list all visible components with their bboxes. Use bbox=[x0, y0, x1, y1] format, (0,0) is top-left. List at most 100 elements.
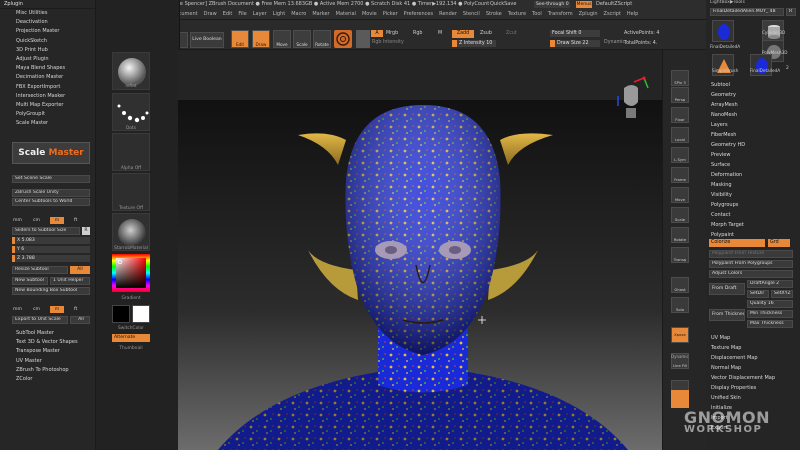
secondary-color-swatch[interactable] bbox=[132, 305, 150, 323]
mrgb-button[interactable]: Mrgb bbox=[386, 31, 398, 36]
seethrough-slider[interactable]: See-through 0 bbox=[534, 1, 570, 8]
z-size-slider[interactable]: Z 3.788 bbox=[12, 255, 90, 262]
polypaint-from-texture-button[interactable]: Polypaint From Texture bbox=[709, 250, 793, 258]
tool-subpalette-item[interactable]: Polypaint bbox=[711, 232, 734, 238]
plugin-item[interactable]: FBX ExportImport bbox=[0, 83, 95, 92]
material-swatch[interactable] bbox=[334, 30, 352, 48]
shelf-orange-button[interactable] bbox=[671, 390, 689, 408]
sliders-r-toggle[interactable]: R bbox=[82, 227, 90, 235]
tool-subpalette-item[interactable]: Polygroups bbox=[711, 202, 738, 208]
tool-subpalette-item[interactable]: Unified Skin bbox=[711, 395, 741, 401]
shelf-button[interactable]: L.Sym bbox=[671, 147, 689, 163]
menu-draw[interactable]: Draw bbox=[204, 11, 217, 17]
tool-subpalette-item[interactable]: Geometry HD bbox=[711, 142, 745, 148]
menu-stroke[interactable]: Stroke bbox=[486, 11, 502, 17]
menu-transform[interactable]: Transform bbox=[548, 11, 573, 17]
plugin-item[interactable]: Deactivation bbox=[0, 18, 95, 27]
plugin-item[interactable]: Projection Master bbox=[0, 27, 95, 36]
tool-subpalette-item[interactable]: Normal Map bbox=[711, 365, 741, 371]
plugin-item[interactable]: Adjust Plugin bbox=[0, 55, 95, 64]
move-button[interactable]: Move bbox=[273, 30, 291, 48]
plugin-item[interactable]: Multi Map Exporter bbox=[0, 101, 95, 110]
shelf-button[interactable]: Local bbox=[671, 127, 689, 143]
shelf-button[interactable]: Transp bbox=[671, 247, 689, 263]
plugin-item[interactable]: Scale Master bbox=[0, 119, 95, 128]
menu-help[interactable]: Help bbox=[627, 11, 638, 17]
menus-toggle[interactable]: Menus bbox=[576, 1, 592, 8]
setxyz-button[interactable]: SetXYZ bbox=[771, 290, 793, 298]
plugin-item[interactable]: Decimation Master bbox=[0, 73, 95, 82]
tool-subpalette-item[interactable]: Contact bbox=[711, 212, 730, 218]
tool-subpalette-item[interactable]: Displacement Map bbox=[711, 355, 758, 361]
shelf-button[interactable]: Frame bbox=[671, 167, 689, 183]
navigation-gizmo[interactable] bbox=[606, 76, 654, 124]
a-toggle[interactable]: A bbox=[371, 30, 383, 37]
edit-button[interactable]: Edit bbox=[231, 30, 249, 48]
unit-helper-button[interactable]: 1 Unit Helper bbox=[50, 277, 90, 285]
zbrush-scale-unity-button[interactable]: ZBrush Scale Unity bbox=[12, 189, 90, 197]
shelf-button[interactable]: Rotate bbox=[671, 227, 689, 243]
zsub-button[interactable]: Zsub bbox=[480, 31, 492, 36]
resize-subtool-button[interactable]: Resize Subtool bbox=[12, 266, 68, 274]
z-intensity-slider[interactable]: Z Intensity 10 bbox=[452, 40, 496, 47]
draw-size-slider[interactable]: Draw Size 22 bbox=[550, 40, 600, 47]
new-bounding-box-button[interactable]: New Bounding Box Subtool bbox=[12, 287, 90, 295]
menu-texture[interactable]: Texture bbox=[508, 11, 526, 17]
draw-button[interactable]: Draw bbox=[252, 30, 270, 48]
tool-subpalette-item[interactable]: ArrayMesh bbox=[711, 102, 738, 108]
unit2-mm[interactable]: mm bbox=[13, 307, 22, 312]
rgb-button[interactable]: Rgb bbox=[413, 31, 422, 36]
grd-button[interactable]: Grd bbox=[768, 239, 790, 247]
menu-material[interactable]: Material bbox=[336, 11, 356, 17]
tool-subpalette-item[interactable]: Subtool bbox=[711, 82, 730, 88]
quicksave-button[interactable]: QuickSave bbox=[490, 1, 516, 7]
set-scene-scale-button[interactable]: Set Scene Scale bbox=[12, 175, 90, 183]
plugin-item[interactable]: Maya Blend Shapes bbox=[0, 64, 95, 73]
menu-file[interactable]: File bbox=[238, 11, 246, 17]
tool-subpalette-item[interactable]: Deformation bbox=[711, 172, 742, 178]
plugin-item[interactable]: Misc Utilities bbox=[0, 9, 95, 18]
unit-ft[interactable]: ft bbox=[74, 218, 77, 223]
tool-subpalette-item[interactable]: Surface bbox=[711, 162, 730, 168]
shelf-button[interactable]: Floor bbox=[671, 107, 689, 123]
tool-subpalette-item[interactable]: Morph Target bbox=[711, 222, 744, 228]
plugin-item[interactable]: ZColor bbox=[0, 375, 96, 384]
plugin-item[interactable]: SubTool Master bbox=[0, 329, 96, 338]
menu-macro[interactable]: Macro bbox=[291, 11, 306, 17]
gradient-label[interactable]: Gradient bbox=[112, 296, 150, 301]
plugin-item[interactable]: Text 3D & Vector Shapes bbox=[0, 338, 96, 347]
dynamic-toggle[interactable]: Dynamic bbox=[604, 40, 625, 45]
min-thickness-slider[interactable]: Min Thickness bbox=[747, 310, 793, 318]
tool-subpalette-item[interactable]: UV Map bbox=[711, 335, 730, 341]
menu-preferences[interactable]: Preferences bbox=[404, 11, 433, 17]
menu-layer[interactable]: Layer bbox=[253, 11, 267, 17]
adjust-colors-button[interactable]: Adjust Colors bbox=[709, 270, 793, 278]
live-boolean-button[interactable]: Live Boolean bbox=[190, 32, 224, 48]
tool-subpalette-item[interactable]: Visibility bbox=[711, 192, 732, 198]
menu-edit[interactable]: Edit bbox=[223, 11, 233, 17]
shelf-button[interactable]: Scale bbox=[671, 207, 689, 223]
zadd-button[interactable]: Zadd bbox=[452, 30, 474, 38]
shelf-dynamic-label[interactable]: Dynamic bbox=[671, 354, 689, 359]
tool-subpalette-item[interactable]: Display Properties bbox=[711, 385, 756, 391]
shelf-button[interactable]: Move bbox=[671, 187, 689, 203]
thumbnail-button[interactable]: Thumbnail bbox=[112, 346, 150, 351]
default-zscript-button[interactable]: DefaultZScript bbox=[596, 1, 632, 7]
setdir-button[interactable]: SetDir bbox=[747, 290, 769, 298]
menu-tool[interactable]: Tool bbox=[532, 11, 542, 17]
plugin-item[interactable]: Intersection Masker bbox=[0, 92, 95, 101]
tool-subpalette-item[interactable]: FiberMesh bbox=[711, 132, 736, 138]
colorize-button[interactable]: Colorize bbox=[709, 239, 765, 247]
menu-picker[interactable]: Picker bbox=[383, 11, 398, 17]
sliders-to-subtool-button[interactable]: Sliders to Subtool Size bbox=[12, 227, 80, 235]
alternate-button[interactable]: Alternate bbox=[112, 334, 150, 342]
new-subtool-button[interactable]: New Subtool bbox=[12, 277, 48, 285]
from-thickness-button[interactable]: From Thickness bbox=[709, 309, 745, 321]
max-thickness-slider[interactable]: Max Thickness bbox=[747, 320, 793, 328]
quality-slider[interactable]: Quality 16 bbox=[747, 300, 793, 308]
unit2-cm[interactable]: cm bbox=[33, 307, 40, 312]
draft-angle-slider[interactable]: DraftAngle 2 bbox=[747, 280, 793, 288]
menu-movie[interactable]: Movie bbox=[362, 11, 377, 17]
focal-shift-slider[interactable]: Focal Shift 0 bbox=[550, 30, 600, 37]
scale-button[interactable]: Scale bbox=[293, 30, 311, 48]
